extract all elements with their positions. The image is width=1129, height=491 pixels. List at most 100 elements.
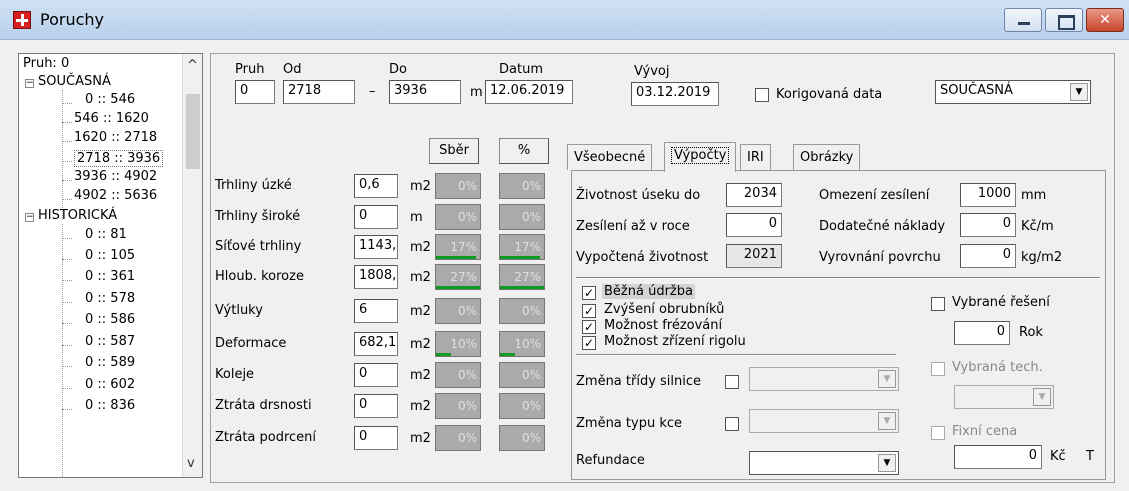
maximize-button[interactable] bbox=[1045, 8, 1083, 32]
minimize-button[interactable] bbox=[1004, 8, 1042, 32]
bezna-udrzba-checkbox[interactable]: ✓ bbox=[582, 286, 596, 300]
defect-value-input[interactable]: 0 bbox=[354, 363, 398, 387]
defect-value-input[interactable]: 682,1 bbox=[354, 332, 398, 356]
zmena-tridy-select[interactable]: ▼ bbox=[749, 367, 899, 391]
tree-item[interactable]: 0 :: 602 bbox=[85, 377, 135, 392]
tree-group-historicka[interactable]: − HISTORICKÁ bbox=[25, 208, 117, 223]
close-button[interactable]: ✕ bbox=[1086, 8, 1124, 32]
rigol-checkbox[interactable]: ✓ bbox=[582, 336, 596, 350]
progress-fill bbox=[436, 286, 480, 289]
fixni-cena-input[interactable]: 0 bbox=[954, 445, 1042, 469]
dodatecne-input[interactable]: 0 bbox=[960, 213, 1016, 237]
tab-vypocty[interactable]: Výpočty bbox=[664, 142, 737, 172]
tab-obrazky[interactable]: Obrázky bbox=[793, 144, 861, 170]
tree-scrollbar[interactable]: ^ v bbox=[182, 54, 202, 477]
tab-iri[interactable]: IRI bbox=[740, 144, 771, 170]
defect-unit: m2 bbox=[410, 431, 431, 446]
collapse-icon[interactable]: − bbox=[25, 79, 34, 88]
vyvoj-input[interactable]: 03.12.2019 bbox=[631, 82, 719, 106]
defect-value-input[interactable]: 0 bbox=[354, 205, 398, 229]
refundace-select[interactable]: ▼ bbox=[749, 451, 899, 475]
tree-item[interactable]: 0 :: 587 bbox=[85, 334, 135, 349]
scroll-thumb[interactable] bbox=[186, 94, 200, 169]
tree-item[interactable]: 0 :: 361 bbox=[85, 269, 135, 284]
zivotnost-input[interactable]: 2034 bbox=[726, 183, 782, 207]
title-bar: Poruchy ✕ bbox=[0, 0, 1129, 40]
defect-label: Ztráta drsnosti bbox=[215, 398, 312, 413]
chevron-down-icon[interactable]: ▼ bbox=[1070, 83, 1088, 101]
tree-group-soucasna[interactable]: − SOUČASNÁ bbox=[25, 74, 111, 89]
vyrovnani-input[interactable]: 0 bbox=[960, 244, 1016, 268]
chevron-down-icon[interactable]: ▼ bbox=[878, 454, 896, 472]
collapse-icon[interactable]: − bbox=[25, 213, 34, 222]
defect-value-input[interactable]: 1143, bbox=[354, 235, 398, 259]
defect-value-input[interactable]: 1808, bbox=[354, 265, 398, 289]
mode-select[interactable]: SOUČASNÁ ▼ bbox=[935, 80, 1091, 104]
section-tree[interactable]: Pruh: 0 − SOUČASNÁ 0 :: 546 546 :: 1620 1… bbox=[18, 53, 203, 478]
bezna-udrzba-label: Běžná údržba bbox=[602, 284, 695, 299]
defect-label: Ztráta podrcení bbox=[215, 430, 317, 445]
window-title: Poruchy bbox=[40, 10, 104, 29]
zmena-typu-select[interactable]: ▼ bbox=[749, 409, 899, 433]
pruh-input[interactable]: 0 bbox=[235, 80, 275, 104]
progress-fill bbox=[500, 353, 516, 356]
tree-item[interactable]: 0 :: 578 bbox=[85, 291, 135, 306]
omezeni-input[interactable]: 1000 bbox=[960, 183, 1016, 207]
vypoctena-label: Vypočtená životnost bbox=[576, 250, 709, 265]
tree-item[interactable]: 0 :: 81 bbox=[85, 227, 127, 242]
tree-item[interactable]: 0 :: 589 bbox=[85, 355, 135, 370]
defect-sber-bar: 0% bbox=[435, 298, 481, 324]
defect-label: Síťové trhliny bbox=[215, 239, 302, 254]
fixni-cena-checkbox[interactable] bbox=[931, 426, 945, 440]
tree-item[interactable]: 4902 :: 5636 bbox=[74, 188, 157, 203]
tree-item[interactable]: 546 :: 1620 bbox=[74, 111, 149, 126]
defect-percent-text: 17% bbox=[514, 240, 541, 254]
od-label: Od bbox=[283, 62, 302, 77]
datum-input[interactable]: 12.06.2019 bbox=[485, 80, 573, 104]
defect-sber-bar: 0% bbox=[435, 362, 481, 388]
od-input[interactable]: 2718 bbox=[283, 80, 355, 104]
percent-button[interactable]: % bbox=[499, 138, 549, 164]
vybrane-reseni-checkbox[interactable] bbox=[931, 297, 945, 311]
zmena-typu-checkbox[interactable] bbox=[725, 417, 739, 431]
defect-value-input[interactable]: 0 bbox=[354, 426, 398, 450]
korigovana-checkbox[interactable] bbox=[755, 88, 769, 102]
tree-item[interactable]: 0 :: 586 bbox=[85, 312, 135, 327]
vybrana-tech-checkbox[interactable] bbox=[931, 362, 945, 376]
datum-label: Datum bbox=[499, 62, 543, 77]
tab-vseobecne[interactable]: Všeobecné bbox=[567, 144, 653, 170]
sber-button[interactable]: Sběr bbox=[429, 138, 479, 164]
zmena-tridy-checkbox[interactable] bbox=[725, 375, 739, 389]
defect-sber-text: 0% bbox=[457, 431, 477, 445]
zvyseni-obrubniku-checkbox[interactable]: ✓ bbox=[582, 304, 596, 318]
zesileni-input[interactable]: 0 bbox=[726, 213, 782, 237]
defect-value-input[interactable]: 0 bbox=[354, 394, 398, 418]
pruh-label: Pruh bbox=[235, 62, 265, 77]
tree-item[interactable]: 0 :: 105 bbox=[85, 248, 135, 263]
chevron-down-icon[interactable]: ▼ bbox=[1033, 388, 1051, 406]
defect-sber-text: 0% bbox=[457, 399, 477, 413]
defect-unit: m2 bbox=[410, 368, 431, 383]
chevron-down-icon[interactable]: ▼ bbox=[878, 412, 896, 430]
vybrana-tech-select[interactable]: ▼ bbox=[954, 385, 1054, 409]
dodatecne-label: Dodatečné náklady bbox=[819, 219, 946, 234]
tree-group-label: SOUČASNÁ bbox=[38, 74, 111, 89]
scroll-up-icon[interactable]: ^ bbox=[187, 58, 198, 73]
defect-value-input[interactable]: 6 bbox=[354, 299, 398, 323]
tree-item[interactable]: 1620 :: 2718 bbox=[74, 130, 157, 145]
tree-item[interactable]: 0 :: 546 bbox=[85, 92, 135, 107]
scroll-down-icon[interactable]: v bbox=[187, 456, 195, 471]
defect-value-input[interactable]: 0,6 bbox=[354, 174, 398, 198]
range-dash: – bbox=[369, 84, 376, 99]
tree-item[interactable]: 0 :: 836 bbox=[85, 398, 135, 413]
defect-percent-bar: 0% bbox=[499, 204, 545, 230]
chevron-down-icon[interactable]: ▼ bbox=[878, 370, 896, 388]
do-input[interactable]: 3936 bbox=[389, 80, 461, 104]
refundace-label: Refundace bbox=[576, 453, 645, 468]
frezovani-checkbox[interactable]: ✓ bbox=[582, 320, 596, 334]
tree-item-selected[interactable]: 2718 :: 3936 bbox=[74, 150, 164, 167]
tree-item[interactable]: 3936 :: 4902 bbox=[74, 169, 157, 184]
rok-input[interactable]: 0 bbox=[954, 321, 1010, 345]
vypoctena-value: 2021 bbox=[726, 244, 782, 268]
zvyseni-obrubniku-label: Zvýšení obrubníků bbox=[604, 302, 725, 317]
